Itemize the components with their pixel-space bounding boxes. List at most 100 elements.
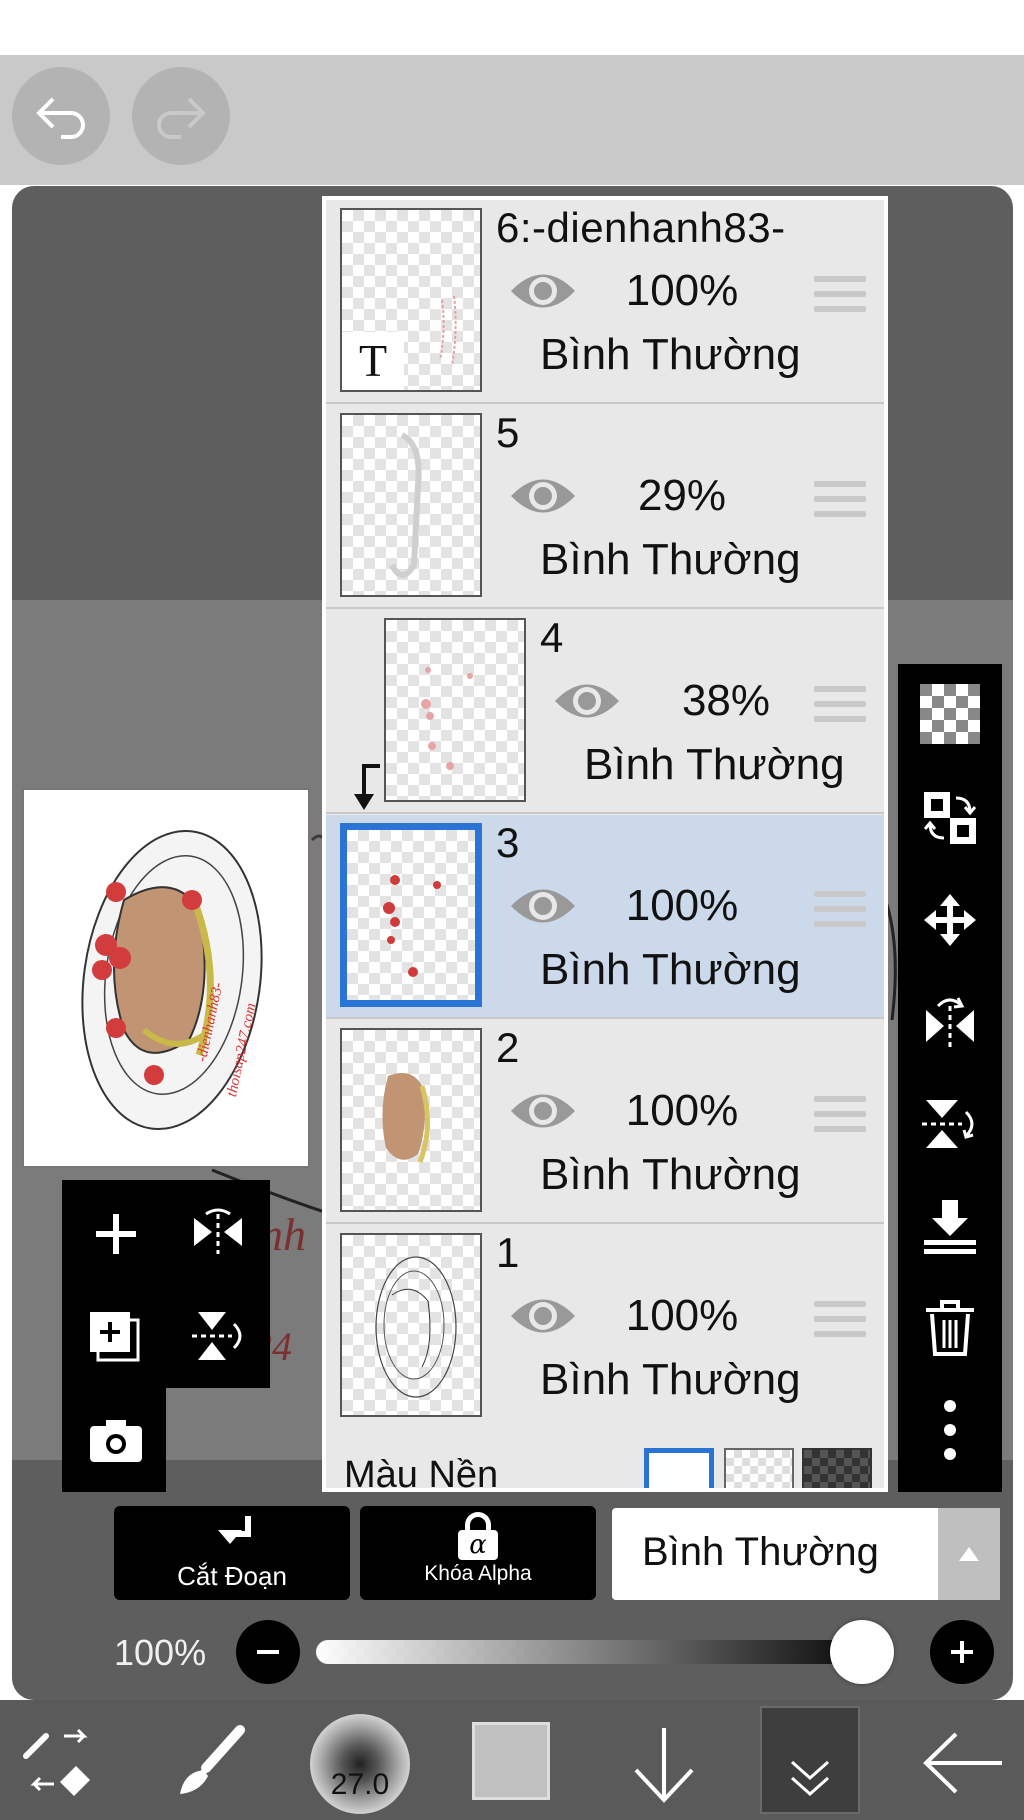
opacity-slider-thumb[interactable] [830, 1620, 894, 1684]
bg-white-swatch[interactable] [644, 1448, 714, 1488]
clipping-indicator-icon [346, 758, 382, 814]
layer-name: 2 [496, 1024, 520, 1071]
flip-vertical-icon [192, 1312, 242, 1360]
layer-blend-mode: Bình Thường [540, 1355, 801, 1404]
triangle-up-icon [959, 1547, 979, 1561]
brush-size-button[interactable]: 27.0 [310, 1714, 410, 1814]
clipping-button[interactable]: Cắt Đoạn [114, 1506, 350, 1600]
merge-down-button[interactable] [916, 1192, 984, 1260]
visibility-eye-icon[interactable] [508, 1086, 578, 1136]
layer-blend-mode: Bình Thường [540, 1150, 801, 1199]
layer-name: 4 [540, 614, 564, 661]
layer-5-content [389, 432, 422, 578]
opacity-increase-button[interactable] [930, 1620, 994, 1684]
flip-horizontal-button[interactable] [916, 988, 984, 1056]
flip-vertical-button[interactable] [916, 1090, 984, 1158]
layer-opacity: 100% [625, 266, 739, 315]
background-color-row[interactable]: Màu Nền [326, 1426, 884, 1492]
bg-transparent-swatch[interactable] [724, 1448, 794, 1488]
checkerboard-icon [920, 684, 980, 744]
visibility-eye-icon[interactable] [508, 881, 578, 931]
clipping-label: Cắt Đoạn [177, 1561, 287, 1591]
layer-1-content [375, 1256, 457, 1398]
opacity-value: 100% [114, 1632, 207, 1673]
layer-row[interactable]: T 6:-dienhanh83- 100% Bình Thường [326, 200, 884, 404]
brush-size-value: 27.0 [330, 1768, 390, 1801]
brush-tool-button[interactable] [170, 1724, 250, 1800]
drag-handle-icon[interactable] [814, 276, 866, 318]
drag-handle-icon[interactable] [814, 1096, 866, 1138]
navigator-preview[interactable]: -dienhanh83- thoisap247.com [22, 788, 310, 1168]
layer-blend-mode: Bình Thường [540, 945, 801, 994]
layer-thumbnail[interactable] [340, 1233, 482, 1417]
opacity-decrease-button[interactable] [236, 1620, 300, 1684]
layer-opacity: 100% [625, 881, 739, 930]
bottom-toolbar: 27.0 [0, 1700, 1024, 1820]
layer-down-button[interactable] [626, 1722, 702, 1808]
visibility-eye-icon[interactable] [508, 471, 578, 521]
blend-mode-value: Bình Thường [642, 1530, 879, 1574]
move-layer-button[interactable] [916, 886, 984, 954]
plus-icon [96, 1214, 136, 1254]
visibility-eye-icon[interactable] [508, 266, 578, 316]
background-label: Màu Nền [344, 1454, 499, 1492]
color-swatch-button[interactable] [472, 1722, 550, 1800]
blend-mode-select[interactable]: Bình Thường [612, 1508, 1000, 1600]
layer-blend-mode: Bình Thường [540, 330, 801, 379]
layer-thumbnail[interactable] [340, 823, 482, 1007]
preview-artwork [81, 829, 263, 1131]
layer-thumbnail[interactable] [340, 413, 482, 597]
alpha-glyph: α [458, 1530, 498, 1560]
opacity-slider[interactable] [316, 1640, 882, 1664]
flip-vertical-icon [922, 1100, 974, 1148]
new-transparent-layer-button[interactable] [916, 680, 984, 748]
visibility-eye-icon[interactable] [552, 676, 622, 726]
layer-row[interactable]: 1 100% Bình Thường [326, 1225, 884, 1429]
redo-icon [157, 97, 206, 139]
duplicate-layer-button[interactable] [86, 1308, 146, 1368]
tool-switch-button[interactable] [20, 1722, 100, 1798]
camera-import-button[interactable] [86, 1414, 146, 1468]
flip-horizontal-icon [194, 1208, 242, 1254]
undo-button[interactable] [12, 67, 110, 165]
flip-horizontal-layer-button[interactable] [188, 1204, 248, 1264]
blend-dropdown-button[interactable] [938, 1508, 1000, 1600]
layer-row[interactable]: 3 100% Bình Thường [326, 815, 884, 1019]
plus-icon [951, 1641, 973, 1663]
arrow-left-icon [923, 1732, 1002, 1794]
layer-name: 6:-dienhanh83- [496, 204, 786, 251]
flip-horizontal-icon [926, 997, 974, 1048]
alpha-lock-label: Khóa Alpha [424, 1562, 532, 1585]
duplicate-layer-icon [90, 1312, 140, 1362]
bg-dark-swatch[interactable] [802, 1448, 872, 1488]
layer-thumbnail[interactable] [384, 618, 526, 802]
layer-opacity: 38% [681, 676, 771, 725]
add-layer-button[interactable] [88, 1206, 144, 1262]
brush-icon [180, 1725, 245, 1794]
swap-layer-button[interactable] [916, 784, 984, 852]
layer-6-content [439, 295, 457, 367]
flip-vertical-layer-button[interactable] [188, 1306, 248, 1366]
layer-name: 1 [496, 1229, 520, 1276]
layer-row[interactable]: 4 38% Bình Thường [326, 610, 884, 814]
drag-handle-icon[interactable] [814, 481, 866, 523]
alpha-lock-button[interactable]: α Khóa Alpha [360, 1506, 596, 1600]
layers-panel: T 6:-dienhanh83- 100% Bình Thường 5 29% Bình T… [322, 196, 888, 1492]
top-toolbar [0, 55, 1024, 185]
delete-layer-button[interactable] [916, 1294, 984, 1362]
layers-toggle-button[interactable] [760, 1706, 860, 1814]
drag-handle-icon[interactable] [814, 1301, 866, 1343]
more-vertical-icon [944, 1400, 956, 1460]
layer-thumbnail[interactable] [340, 1028, 482, 1212]
layer-row[interactable]: 2 100% Bình Thường [326, 1020, 884, 1224]
layer-row[interactable]: 5 29% Bình Thường [326, 405, 884, 609]
more-options-button[interactable] [916, 1396, 984, 1464]
drag-handle-icon[interactable] [814, 891, 866, 933]
undo-icon [36, 97, 85, 139]
drag-handle-icon[interactable] [814, 686, 866, 728]
visibility-eye-icon[interactable] [508, 1291, 578, 1341]
redo-button[interactable] [132, 67, 230, 165]
layer-thumbnail[interactable]: T [340, 208, 482, 392]
back-button[interactable] [920, 1728, 1006, 1798]
swap-icon [923, 792, 977, 844]
